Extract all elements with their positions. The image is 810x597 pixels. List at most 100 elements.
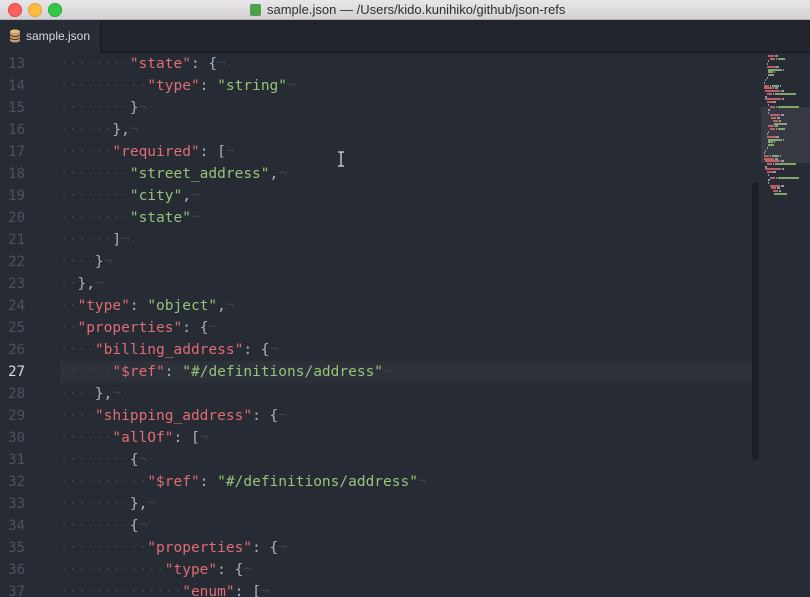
end-of-line-marker: ¬: [217, 56, 226, 72]
tab-sample-json[interactable]: sample.json: [0, 20, 101, 53]
minimap-token: [779, 154, 781, 157]
json-punctuation: {: [129, 452, 139, 468]
minimap-token: [765, 90, 781, 93]
json-string: "string": [217, 78, 288, 94]
tab-bar: sample.json: [0, 20, 810, 53]
code-line[interactable]: ··"type": "object",¬: [60, 295, 752, 317]
line-number: 15: [8, 100, 25, 116]
code-line[interactable]: ······"$ref": "#/definitions/address"¬: [60, 361, 752, 383]
code-line[interactable]: ····},¬: [60, 383, 752, 405]
indent-guide-dots: ········: [60, 518, 130, 534]
vertical-scrollbar-thumb[interactable]: [752, 182, 759, 460]
minimap-token: [768, 103, 769, 106]
line-number: 28: [8, 386, 25, 402]
minimap-token: [779, 84, 781, 87]
json-punctuation: :: [164, 364, 183, 380]
indent-guide-dots: ····: [60, 408, 95, 424]
window-title-container: sample.json — /Users/kido.kunihiko/githu…: [250, 0, 565, 19]
code-line[interactable]: ··},¬: [60, 273, 752, 295]
indent-guide-dots: ····: [60, 386, 95, 402]
end-of-line-marker: ¬: [94, 276, 104, 292]
minimap-token: [768, 55, 775, 57]
line-number: 27: [8, 364, 25, 380]
minimap-token: [769, 57, 775, 60]
end-of-line-marker: ¬: [269, 342, 279, 358]
end-of-line-marker: ¬: [190, 210, 200, 226]
json-punctuation: }: [94, 254, 104, 270]
end-of-line-marker: ¬: [129, 122, 139, 138]
minimap-token: [768, 181, 769, 184]
code-line[interactable]: ······]¬: [60, 229, 752, 251]
minimap-token: [763, 157, 775, 160]
minimap-token: [765, 165, 767, 168]
minimap-token: [786, 192, 788, 195]
close-window-button[interactable]: [8, 3, 22, 17]
json-punctuation: : {: [217, 562, 244, 578]
indent-guide-dots: ······: [60, 232, 113, 248]
code-line[interactable]: ············"type": {¬: [60, 559, 752, 581]
indent-guide-dots: ········: [60, 100, 130, 116]
line-number: 22: [8, 254, 25, 270]
minimap-token: [781, 168, 785, 171]
minimap-token: [763, 152, 766, 155]
code-line[interactable]: ··········"type": "string"¬: [60, 75, 752, 97]
code-lines[interactable]: ········"state": {¬ ··········"type": "st…: [60, 53, 752, 597]
minimap-token: [766, 171, 773, 174]
minimap-token: [769, 106, 775, 109]
code-line[interactable]: ····"billing_address": {¬: [60, 339, 752, 361]
minimap-token: [766, 133, 769, 136]
minimap-token: [786, 122, 788, 125]
minimap-token: [763, 154, 769, 157]
minimap-token: [772, 190, 778, 192]
code-line[interactable]: ··············"enum": [¬: [60, 581, 752, 597]
code-line[interactable]: ········"street_address",¬: [60, 163, 752, 185]
code-line[interactable]: ····"shipping_address": {¬: [60, 405, 752, 427]
line-number: 33: [8, 496, 25, 512]
minimap-token: [774, 141, 775, 144]
code-line[interactable]: ········"city",¬: [60, 185, 752, 207]
json-punctuation: },: [129, 496, 148, 512]
code-line[interactable]: ········"state": {¬: [60, 53, 752, 75]
code-line[interactable]: ······"allOf": [¬: [60, 427, 752, 449]
json-file-icon: [250, 4, 261, 16]
indent-guide-dots: ··········: [60, 78, 148, 94]
line-number: 20: [8, 210, 25, 226]
code-line[interactable]: ······"required": [¬: [60, 141, 752, 163]
indent-guide-dots: ····: [60, 342, 95, 358]
json-punctuation: ]: [112, 232, 122, 248]
minimap-token: [768, 138, 783, 141]
line-number: 35: [8, 540, 25, 556]
minimap-token: [780, 160, 784, 163]
minimize-window-button[interactable]: [28, 3, 42, 17]
zoom-window-button[interactable]: [48, 3, 62, 17]
code-line[interactable]: ······},¬: [60, 119, 752, 141]
code-line[interactable]: ········},¬: [60, 493, 752, 515]
code-line[interactable]: ········}¬: [60, 97, 752, 119]
minimap-token: [776, 136, 779, 138]
minimap-token: [781, 98, 785, 101]
indent-guide-dots: ······: [60, 364, 113, 380]
code-line[interactable]: ········"state"¬: [60, 207, 752, 229]
json-punctuation: ,: [269, 166, 279, 182]
minimap-token: [766, 63, 769, 66]
indent-guide-dots: ······: [60, 144, 113, 160]
minimap-token: [766, 146, 768, 149]
json-string: "city": [129, 188, 183, 204]
code-line[interactable]: ········{¬: [60, 449, 752, 471]
end-of-line-marker: ¬: [287, 78, 296, 94]
json-string: "#/definitions/address": [217, 474, 418, 490]
minimap-token: [766, 92, 772, 95]
code-editor[interactable]: 13 14 15 16 17 18 19 20 21 22 23 24 25 26 27 28 29 30 31 32…: [0, 53, 810, 597]
code-line[interactable]: ········{¬: [60, 515, 752, 537]
indent-guide-dots: ············: [60, 562, 165, 578]
minimap-token: [777, 187, 780, 190]
minimap-token: [776, 65, 779, 68]
code-line[interactable]: ··"properties": {¬: [60, 317, 752, 339]
minimap[interactable]: [758, 53, 810, 195]
code-line[interactable]: ··········"$ref": "#/definitions/address…: [60, 471, 752, 493]
code-line[interactable]: ····}¬: [60, 251, 752, 273]
json-string: "#/definitions/address": [182, 364, 384, 380]
minimap-token: [783, 138, 784, 141]
minimap-token: [780, 114, 784, 117]
code-line[interactable]: ··········"properties": {¬: [60, 537, 752, 559]
